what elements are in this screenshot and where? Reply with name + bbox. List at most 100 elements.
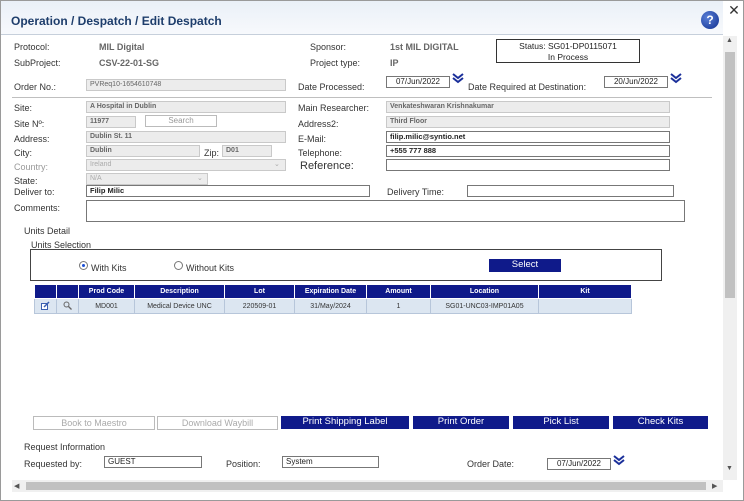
date-processed-label: Date Processed:	[298, 82, 365, 92]
site-field: A Hospital in Dublin	[86, 101, 286, 113]
vertical-scroll-thumb[interactable]	[725, 52, 735, 298]
zip-label: Zip:	[204, 148, 220, 158]
table-header-view	[56, 284, 79, 299]
dropdown-icon: ⌄	[274, 161, 280, 168]
cell-expiration: 31/May/2024	[294, 298, 367, 314]
with-kits-label: With Kits	[91, 263, 127, 273]
email-label: E-Mail:	[298, 134, 327, 144]
site-label: Site:	[14, 103, 33, 113]
reference-input[interactable]	[386, 159, 670, 171]
telephone-input[interactable]: +555 777 888	[386, 145, 670, 157]
reference-label: Reference:	[300, 160, 354, 172]
subproject-label: SubProject:	[14, 58, 61, 68]
date-required-field[interactable]: 20/Jun/2022	[604, 76, 668, 88]
site-search-button[interactable]: Search	[145, 115, 217, 127]
table-header-expiration: Expiration Date	[294, 284, 367, 299]
protocol-label: Protocol:	[14, 42, 50, 52]
without-kits-label: Without Kits	[186, 263, 235, 273]
sponsor-value: 1st MIL DIGITAL	[390, 42, 459, 52]
table-header-location: Location	[430, 284, 539, 299]
scroll-up-icon[interactable]: ▲	[726, 37, 733, 44]
units-table: Prod Code Description Lot Expiration Dat…	[34, 284, 632, 314]
table-header-kit: Kit	[538, 284, 632, 299]
magnifier-icon[interactable]	[56, 298, 79, 314]
order-date-label: Order Date:	[467, 459, 515, 469]
main-researcher-field: Venkateshwaran Krishnakumar	[386, 101, 670, 113]
comments-label: Comments:	[14, 203, 61, 213]
order-date-input[interactable]: 07/Jun/2022	[547, 458, 611, 470]
delivery-time-label: Delivery Time:	[387, 187, 445, 197]
request-info-label: Request Information	[24, 442, 106, 452]
site-no-field: 11977	[86, 116, 136, 128]
print-shipping-label-button[interactable]: Print Shipping Label	[281, 416, 409, 429]
city-field: Dublin	[86, 145, 200, 157]
date-processed-field[interactable]: 07/Jun/2022	[386, 76, 450, 88]
pick-list-button[interactable]: Pick List	[513, 416, 609, 429]
delivery-time-input[interactable]	[467, 185, 674, 197]
country-select: Ireland	[86, 159, 286, 171]
dropdown-icon: ⌄	[197, 175, 203, 182]
help-icon[interactable]: ?	[701, 11, 719, 29]
telephone-label: Telephone:	[298, 148, 343, 158]
address-label: Address:	[14, 134, 50, 144]
email-input[interactable]: filip.milic@syntio.net	[386, 131, 670, 143]
project-type-value: IP	[390, 58, 399, 68]
table-header-lot: Lot	[224, 284, 295, 299]
scroll-down-icon[interactable]: ▼	[726, 465, 733, 472]
sponsor-label: Sponsor:	[310, 42, 347, 52]
book-to-maestro-button[interactable]: Book to Maestro	[33, 416, 155, 430]
order-no-field: PVReq10-1654610748	[86, 79, 286, 91]
table-header-description: Description	[134, 284, 225, 299]
table-row: MD001 Medical Device UNC 220509-01 31/Ma…	[34, 298, 632, 314]
address2-label: Address2:	[298, 119, 339, 129]
subproject-value: CSV-22-01-SG	[99, 58, 160, 68]
cell-amount: 1	[366, 298, 431, 314]
cell-description: Medical Device UNC	[134, 298, 225, 314]
cell-prod-code: MD001	[78, 298, 135, 314]
deliver-to-input[interactable]: Filip Milic	[86, 185, 370, 197]
print-order-button[interactable]: Print Order	[413, 416, 509, 429]
page-title: Operation / Despatch / Edit Despatch	[11, 14, 222, 28]
site-no-label: Site Nº:	[14, 119, 45, 129]
edit-icon[interactable]	[34, 298, 57, 314]
select-button[interactable]: Select	[489, 259, 561, 272]
table-header-prod-code: Prod Code	[78, 284, 135, 299]
order-no-label: Order No.:	[14, 82, 57, 92]
position-input[interactable]: System	[282, 456, 379, 468]
requested-by-input[interactable]: GUEST	[104, 456, 202, 468]
check-kits-button[interactable]: Check Kits	[613, 416, 708, 429]
with-kits-radio[interactable]	[79, 261, 88, 270]
zip-field: D01	[222, 145, 272, 157]
without-kits-radio[interactable]	[174, 261, 183, 270]
state-label: State:	[14, 176, 38, 186]
address-field: Dublin St. 11	[86, 131, 286, 143]
table-header-edit	[34, 284, 57, 299]
table-header-amount: Amount	[366, 284, 431, 299]
status-badge: Status: SG01-DP0115071 In Process	[496, 39, 640, 63]
units-detail-label: Units Detail	[24, 226, 71, 236]
status-state: In Process	[547, 52, 589, 62]
date-required-label: Date Required at Destination:	[468, 82, 587, 92]
table-header-row: Prod Code Description Lot Expiration Dat…	[34, 284, 632, 299]
cell-lot: 220509-01	[224, 298, 295, 314]
scroll-right-icon[interactable]: ▶	[712, 482, 717, 490]
protocol-value: MIL Digital	[99, 42, 145, 52]
calendar-icon[interactable]	[613, 454, 625, 468]
horizontal-scroll-thumb[interactable]	[26, 482, 706, 490]
download-waybill-button[interactable]: Download Waybill	[157, 416, 278, 430]
calendar-icon[interactable]	[670, 72, 682, 86]
cell-kit	[538, 298, 632, 314]
scroll-left-icon[interactable]: ◀	[14, 482, 19, 490]
country-label: Country:	[14, 162, 49, 172]
state-select: N/A	[86, 173, 208, 185]
requested-by-label: Requested by:	[24, 459, 83, 469]
main-researcher-label: Main Researcher:	[298, 103, 370, 113]
cell-location: SG01-UNC03-IMP01A05	[430, 298, 539, 314]
calendar-icon[interactable]	[452, 72, 464, 86]
address2-field: Third Floor	[386, 116, 670, 128]
close-icon[interactable]: ✕	[727, 3, 741, 17]
comments-textarea[interactable]	[86, 200, 685, 222]
status-code: Status: SG01-DP0115071	[519, 41, 617, 51]
section-divider	[12, 97, 712, 98]
city-label: City:	[14, 148, 32, 158]
